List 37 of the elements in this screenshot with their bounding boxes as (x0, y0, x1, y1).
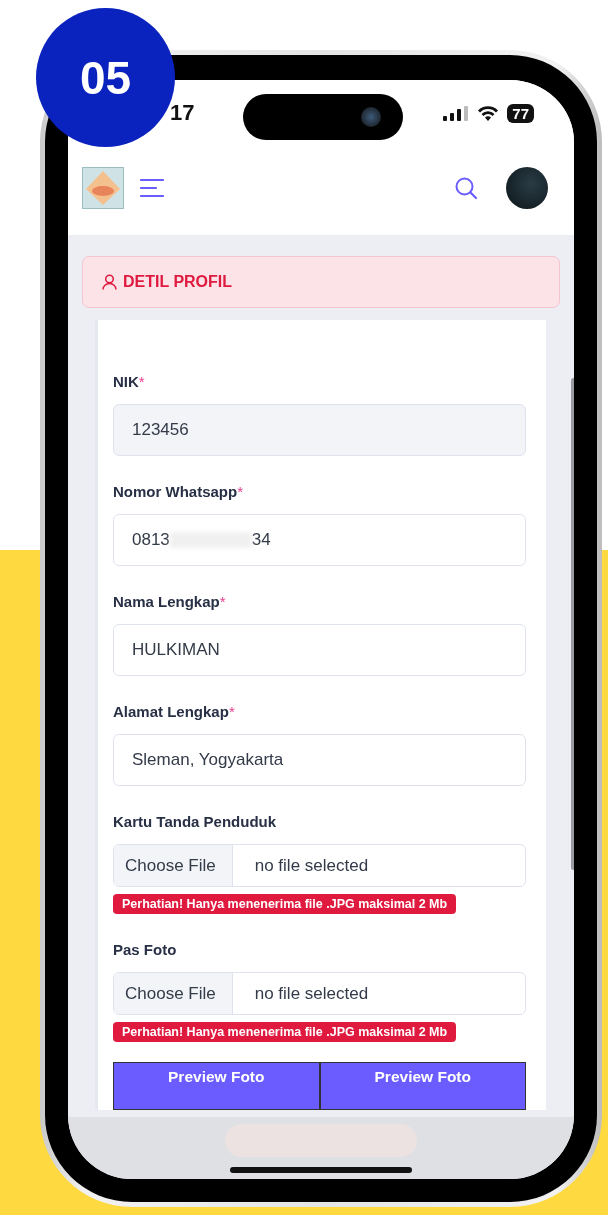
user-icon (102, 274, 117, 290)
preview-button[interactable]: Preview Foto (113, 1062, 320, 1110)
warning-badge: Perhatian! Hanya menenerima file .JPG maksimal 2 Mb (113, 894, 457, 914)
file-status: no file selected (253, 982, 369, 1005)
required-mark: * (228, 703, 235, 720)
field-label: Alamat Lengkap (113, 703, 229, 720)
user-avatar[interactable] (506, 166, 548, 209)
menu-icon[interactable] (140, 177, 164, 198)
battery-level: 77 (507, 103, 534, 123)
field-label: Kartu Tanda Penduduk (113, 813, 277, 830)
section-title: DETIL PROFIL (123, 273, 233, 291)
field-label: Nomor Whatsapp (113, 483, 238, 500)
logo-icon (82, 166, 124, 209)
input-field[interactable]: Sleman, Yogyakarta (113, 734, 526, 786)
search-icon[interactable] (454, 175, 478, 200)
required-mark: * (138, 373, 145, 390)
field-value: HULKIMAN (132, 640, 220, 660)
warning-badge: Perhatian! Hanya menenerima file .JPG maksimal 2 Mb (113, 1022, 457, 1042)
required-mark: * (237, 483, 243, 500)
field-value: 34 (251, 530, 271, 550)
file-input[interactable]: Choose File no file selected (113, 844, 526, 887)
signal-icon (443, 105, 470, 121)
field-label: Nama Lengkap (113, 593, 220, 610)
input-field[interactable]: HULKIMAN (113, 624, 526, 676)
choose-file-button[interactable]: Choose File (114, 845, 233, 886)
choose-file-button[interactable]: Choose File (114, 973, 233, 1014)
file-status: no file selected (253, 854, 369, 877)
required-mark: * (219, 593, 226, 610)
preview-button[interactable]: Preview Foto (319, 1062, 526, 1110)
file-input[interactable]: Choose File no file selected (113, 972, 526, 1015)
field-value: 0813 (132, 530, 170, 550)
field-value: Sleman, Yogyakarta (132, 750, 284, 770)
field-label: NIK (113, 373, 139, 390)
input-field[interactable]: 0813 34 (113, 514, 526, 566)
wifi-icon (477, 105, 500, 121)
field-label: Pas Foto (113, 941, 177, 958)
field-value: 123456 (132, 420, 189, 440)
